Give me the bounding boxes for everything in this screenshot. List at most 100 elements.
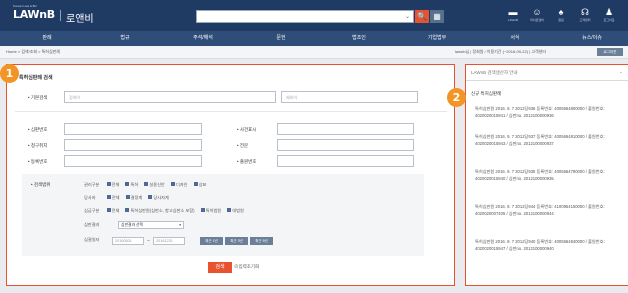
judgment-no-label: • 심판번호 (28, 127, 48, 132)
main-nav: 판례 법규 주석/해석 문헌 법조인 기업법무 서식 뉴스/이슈 (0, 31, 628, 46)
reg-no-label: • 등록번호 (28, 159, 48, 164)
nav-item[interactable]: 서식 (485, 34, 545, 41)
nav-item[interactable]: 판례 (17, 34, 77, 41)
app-no-input[interactable] (277, 155, 414, 167)
util-alert[interactable]: ♠ 알림 (550, 7, 572, 22)
breadcrumb-bar: Home > 검색/조회 > 특허심판례 lawnb님 | 정회원 / 이용기간… (0, 46, 628, 59)
list-item[interactable]: 특허심판원 2016. 9. 7 2012당940 등록번호: 40056648… (475, 239, 625, 252)
divider (15, 111, 447, 112)
instance-option[interactable]: 전체 (106, 207, 119, 213)
list-item[interactable]: 특허심판원 2016. 9. 7 2012당944 등록번호: 41009541… (475, 204, 625, 217)
date-from-input[interactable]: 20160501 (112, 237, 144, 245)
checkbox[interactable] (106, 207, 111, 212)
bell-icon: ♠ (558, 7, 564, 17)
util-support[interactable]: ☊ 고객센터 (574, 7, 596, 22)
date-separator: ~ (147, 238, 150, 243)
search-icon: 🔍 (417, 12, 427, 21)
user-info: lawnb님 | 정회원 / 이용기간 (~2016-09-22) | 고객센터 (455, 49, 547, 54)
nav-item[interactable]: 뉴스/이슈 (562, 34, 622, 41)
date-label: 심결일자 (84, 237, 100, 242)
checkbox[interactable] (144, 181, 149, 186)
search-panel: 특허심판례 검색 • 기본검색 검색어 제외어 • 심판번호 • 사건표시 • … (6, 64, 455, 286)
party-option[interactable]: 당사자계 (148, 194, 169, 200)
grid-icon: ▦ (433, 12, 441, 21)
nav-item[interactable]: 법규 (95, 34, 155, 41)
search-submit-button[interactable]: 검색 (208, 262, 232, 273)
app-no-label: • 출원번호 (237, 159, 257, 164)
date-to-input[interactable]: 20161231 (153, 237, 185, 245)
nav-item[interactable]: 법조인 (329, 34, 389, 41)
list-item[interactable]: 특허심판원 2016. 9. 7 2012당935 등록번호: 40056647… (475, 169, 625, 182)
chevron-down-icon[interactable]: ⌄ (619, 69, 623, 75)
caret-down-icon: ▾ (179, 223, 181, 227)
nav-item[interactable]: 주석/해석 (173, 34, 233, 41)
basic-search-label: • 기본검색 (28, 95, 48, 100)
logo-korean[interactable]: 로앤비 (66, 10, 94, 25)
result-select[interactable]: 심판결과 선택 ▾ (118, 221, 184, 229)
checkbox[interactable] (125, 194, 130, 199)
scope-label: • 검색범위 (31, 182, 51, 187)
rights-option[interactable]: 특허 (125, 181, 138, 187)
list-item[interactable]: 특허심판원 2016. 9. 7 2012당936 등록번호: 40056648… (475, 106, 625, 119)
side-panel-subtitle: 신규 특허심판례 (471, 91, 502, 96)
list-item[interactable]: 특허심판원 2016. 9. 7 2012당937 등록번호: 40056648… (475, 134, 625, 147)
breadcrumb[interactable]: Home > 검색/조회 > 특허심판례 (6, 49, 60, 55)
checkbox[interactable] (125, 181, 130, 186)
util-lawnb[interactable]: ▬ LAWnB (502, 7, 524, 22)
nav-item[interactable]: 기업법무 (407, 34, 467, 41)
page-title: 특허심판례 검색 (19, 75, 53, 81)
headset-icon: ☊ (581, 7, 589, 17)
search-input[interactable]: ⌄ (196, 10, 414, 23)
callout-badge-1: 1 (0, 64, 19, 83)
recent-3y-button[interactable]: 최근 3년 (225, 237, 248, 245)
search-scope-options: • 검색범위 권리구분 전체 특허 실용신안 디자인 상표 당사자 전체 결정계… (22, 174, 424, 256)
instance-option[interactable]: 대법원 (227, 207, 244, 213)
chevron-down-icon[interactable]: ⌄ (405, 13, 410, 20)
full-text-input[interactable] (277, 139, 414, 151)
claim-input[interactable] (64, 139, 202, 151)
exclude-input[interactable]: 제외어 (281, 91, 418, 103)
judgment-no-input[interactable] (64, 123, 202, 135)
checkbox[interactable] (227, 207, 232, 212)
rights-option[interactable]: 디자인 (170, 181, 188, 187)
party-row: 당사자 전체 결정계 당사자계 (84, 194, 169, 200)
instance-option[interactable]: 특허심판원(심판소, 항고심판소 포함) (125, 207, 195, 213)
checkbox[interactable] (193, 181, 198, 186)
result-label: 심판결과 (84, 222, 100, 227)
util-logout[interactable]: ♟ 로그아웃 (598, 7, 620, 22)
checkbox[interactable] (125, 207, 130, 212)
case-type-input[interactable] (277, 123, 414, 135)
grid-menu-button[interactable]: ▦ (430, 10, 444, 23)
user-icon: ☺ (532, 7, 542, 17)
checkbox[interactable] (106, 181, 111, 186)
case-type-label: • 사건표시 (237, 127, 257, 132)
rights-option[interactable]: 실용신안 (144, 181, 165, 187)
search-button[interactable]: 🔍 (415, 10, 429, 23)
party-option[interactable]: 결정계 (125, 194, 142, 200)
logout-button[interactable]: 로그아웃 (597, 48, 623, 56)
instance-option[interactable]: 특허법원 (200, 207, 221, 213)
checkbox[interactable] (200, 207, 205, 212)
checkbox[interactable] (106, 194, 111, 199)
checkbox[interactable] (170, 181, 175, 186)
rights-option[interactable]: 전체 (106, 181, 119, 187)
checkbox[interactable] (148, 194, 153, 199)
folder-icon: ▬ (508, 7, 518, 17)
person-icon: ♟ (604, 7, 614, 17)
claim-label: • 청구취지 (28, 143, 48, 148)
keyword-input[interactable]: 검색어 (64, 91, 276, 103)
side-panel-header[interactable]: LAWnB 검색생산자 안내 ⌄ (466, 65, 628, 81)
recent-5y-button[interactable]: 최근 5년 (250, 237, 273, 245)
party-option[interactable]: 전체 (106, 194, 119, 200)
reg-no-input[interactable] (64, 155, 202, 167)
logo-divider (60, 10, 61, 21)
logo[interactable]: LAWnB (13, 8, 55, 21)
instance-row: 심급구분 전체 특허심판원(심판소, 항고심판소 포함) 특허법원 대법원 (84, 207, 244, 213)
reset-link[interactable]: ⊘입력초기화 (234, 264, 259, 270)
util-my[interactable]: ☺ 마이로앤비 (526, 7, 548, 22)
rights-option[interactable]: 상표 (193, 181, 206, 187)
callout-badge-2: 2 (447, 88, 466, 107)
side-panel: LAWnB 검색생산자 안내 ⌄ 신규 특허심판례 특허심판원 2016. 9.… (465, 64, 628, 286)
recent-1y-button[interactable]: 최근 1년 (200, 237, 223, 245)
nav-item[interactable]: 문헌 (251, 34, 311, 41)
